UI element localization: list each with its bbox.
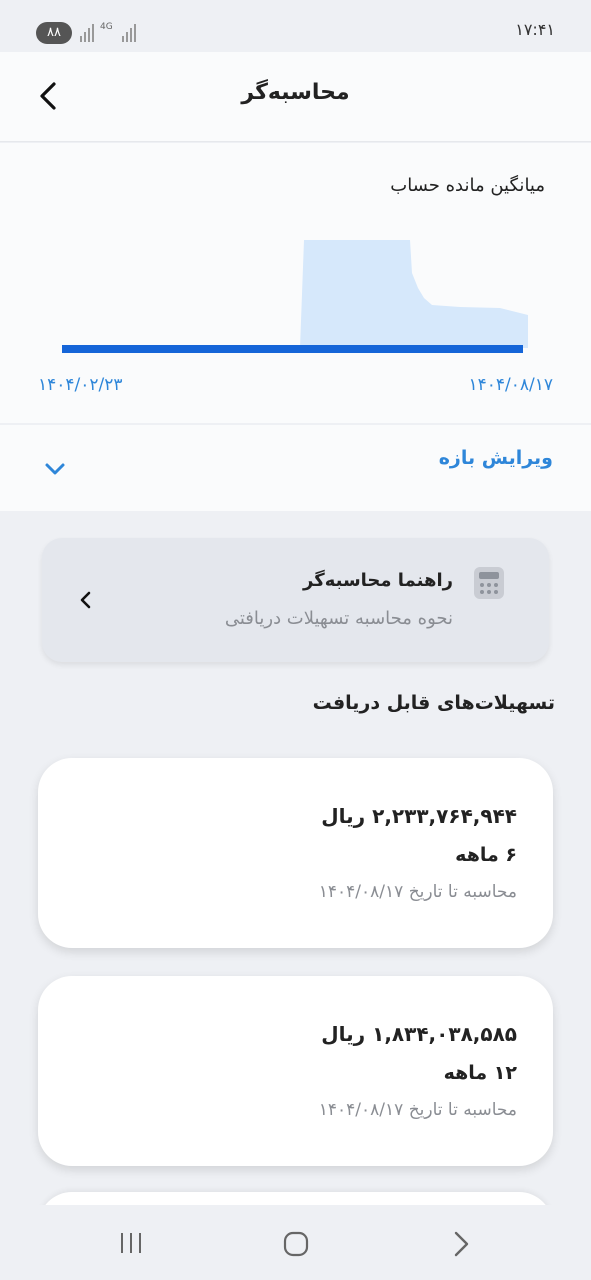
recent-apps-icon[interactable] xyxy=(118,1231,144,1255)
chart-end-date: ۱۴۰۴/۰۸/۱۷ xyxy=(468,375,553,395)
loan-term: ۶ ماهه xyxy=(455,844,517,866)
loan-card[interactable]: ۲,۲۳۳,۷۶۴,۹۴۴ ریال ۶ ماهه محاسبه تا تاری… xyxy=(38,758,553,948)
balance-area xyxy=(300,240,528,348)
system-nav-bar xyxy=(0,1205,591,1280)
chevron-left-icon xyxy=(80,591,91,609)
loans-section-title: تسهیلات‌های قابل دریافت xyxy=(312,692,555,714)
balance-chart xyxy=(62,240,528,353)
edit-range-label[interactable]: ویرایش بازه xyxy=(439,447,553,469)
status-time: ۱۷:۴۱ xyxy=(515,20,555,39)
loan-date-note: محاسبه تا تاریخ ۱۴۰۴/۰۸/۱۷ xyxy=(318,1100,517,1120)
loan-amount: ۱,۸۳۴,۰۳۸,۵۸۵ ریال xyxy=(321,1022,517,1046)
loan-amount: ۲,۲۳۳,۷۶۴,۹۴۴ ریال xyxy=(321,804,517,828)
signal-icon-2 xyxy=(122,24,136,42)
loan-card[interactable]: ۱,۸۳۴,۰۳۸,۵۸۵ ریال ۱۲ ماهه محاسبه تا تار… xyxy=(38,976,553,1166)
page-title: محاسبه‌گر xyxy=(241,80,350,105)
loan-date-note: محاسبه تا تاریخ ۱۴۰۴/۰۸/۱۷ xyxy=(318,882,517,902)
calculator-icon xyxy=(474,567,504,599)
guide-subtitle: نحوه محاسبه تسهیلات دریافتی xyxy=(224,608,453,629)
back-icon[interactable] xyxy=(450,1229,472,1259)
network-label: 4G xyxy=(100,22,113,32)
guide-title: راهنما محاسبه‌گر xyxy=(303,570,453,591)
balance-chart-section: میانگین مانده حساب ۱۴۰۴/۰۲/۲۳ ۱۴۰۴/۰۸/۱۷ xyxy=(0,143,591,423)
home-icon[interactable] xyxy=(283,1231,309,1257)
chevron-down-icon[interactable] xyxy=(42,459,68,479)
app-header: محاسبه‌گر xyxy=(0,52,591,142)
calculator-guide-card[interactable]: راهنما محاسبه‌گر نحوه محاسبه تسهیلات دری… xyxy=(42,538,549,662)
status-bar: ۸۸ 4G ۱۷:۴۱ xyxy=(0,0,591,52)
signal-icon xyxy=(80,24,94,42)
battery-indicator: ۸۸ xyxy=(36,22,72,44)
loan-term: ۱۲ ماهه xyxy=(443,1062,517,1084)
edit-range-row[interactable]: ویرایش بازه xyxy=(0,425,591,511)
chart-start-date: ۱۴۰۴/۰۲/۲۳ xyxy=(38,375,123,395)
